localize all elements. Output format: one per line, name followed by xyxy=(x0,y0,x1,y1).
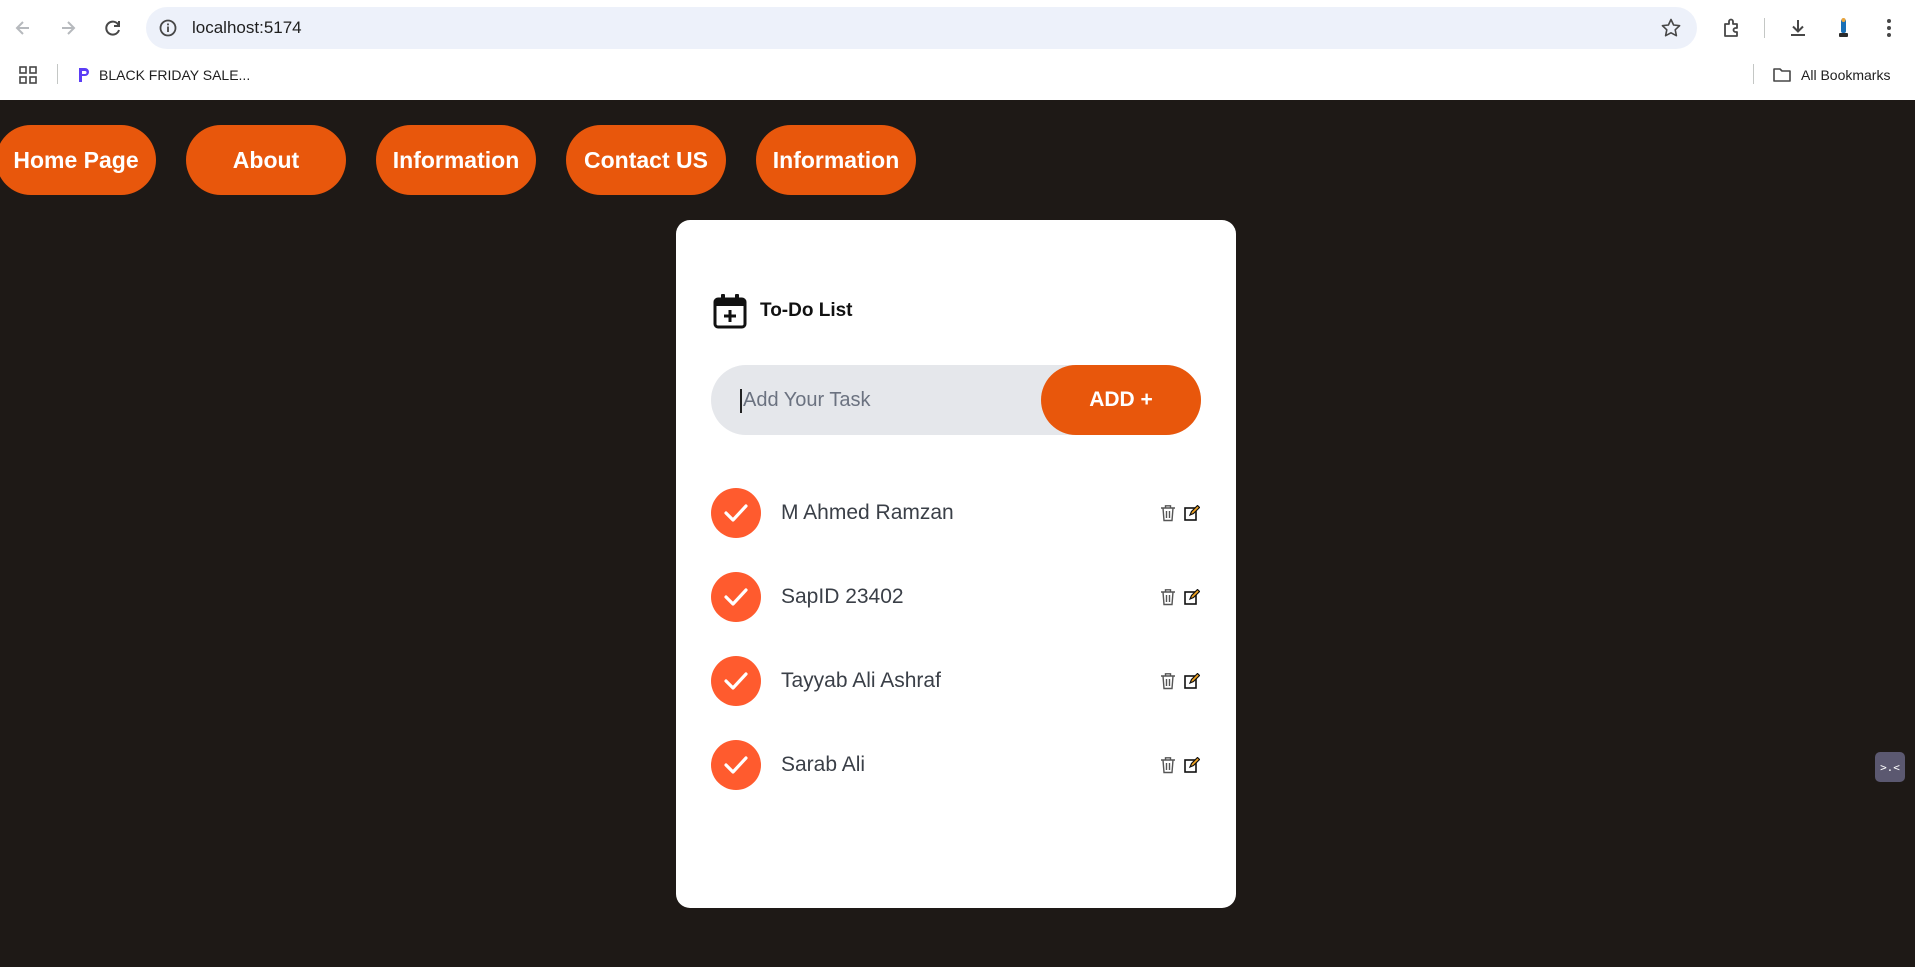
delete-icon[interactable] xyxy=(1159,671,1177,691)
task-text: Tayyab Ali Ashraf xyxy=(781,669,941,692)
reload-button[interactable] xyxy=(97,12,129,44)
task-text: Sarab Ali xyxy=(781,753,866,776)
address-bar[interactable]: localhost:5174 xyxy=(146,7,1697,49)
back-button[interactable] xyxy=(7,12,39,44)
edit-icon[interactable] xyxy=(1183,587,1201,607)
nav-home-page[interactable]: Home Page xyxy=(0,125,156,195)
delete-icon[interactable] xyxy=(1159,755,1177,775)
card-header: To-Do List xyxy=(713,292,853,330)
forward-button[interactable] xyxy=(52,12,84,44)
reload-icon xyxy=(105,20,120,36)
checkmark-icon xyxy=(724,504,748,522)
browser-menu-icon[interactable] xyxy=(1875,14,1903,42)
task-actions xyxy=(1159,671,1201,691)
nav-contact-us[interactable]: Contact US xyxy=(566,125,726,195)
site-info-icon[interactable] xyxy=(156,16,180,40)
task-item: SapID 23402 xyxy=(711,572,1201,622)
browser-chrome: localhost:5174 BLACK FRIDAY SALE... All … xyxy=(0,0,1915,100)
folder-icon xyxy=(1773,68,1791,82)
download-icon[interactable] xyxy=(1784,14,1812,42)
bookmarks-divider xyxy=(1753,64,1754,84)
checkmark-icon xyxy=(724,672,748,690)
task-item: Sarab Ali xyxy=(711,740,1201,790)
todo-card: To-Do List ADD + M Ahmed Ramzan xyxy=(676,220,1236,908)
bookmark-favicon-icon xyxy=(79,68,89,82)
text-caret xyxy=(740,389,742,413)
all-bookmarks-label: All Bookmarks xyxy=(1801,67,1891,83)
edit-icon[interactable] xyxy=(1183,503,1201,523)
back-arrow-icon xyxy=(15,21,29,35)
profile-avatar[interactable] xyxy=(1830,14,1858,42)
calendar-plus-icon xyxy=(713,294,747,329)
task-text: SapID 23402 xyxy=(781,585,904,608)
task-text: M Ahmed Ramzan xyxy=(781,501,954,524)
task-actions xyxy=(1159,503,1201,523)
task-item: Tayyab Ali Ashraf xyxy=(711,656,1201,706)
add-task-form: ADD + xyxy=(711,365,1201,435)
task-check-toggle[interactable] xyxy=(711,740,761,790)
delete-icon[interactable] xyxy=(1159,503,1177,523)
bookmarks-bar: BLACK FRIDAY SALE... All Bookmarks xyxy=(0,56,1915,100)
checkmark-icon xyxy=(724,588,748,606)
edit-icon[interactable] xyxy=(1183,755,1201,775)
nav-about[interactable]: About xyxy=(186,125,346,195)
checkmark-icon xyxy=(724,756,748,774)
task-actions xyxy=(1159,755,1201,775)
task-item: M Ahmed Ramzan xyxy=(711,488,1201,538)
task-check-toggle[interactable] xyxy=(711,572,761,622)
bookmark-item[interactable]: BLACK FRIDAY SALE... xyxy=(76,62,250,88)
all-bookmarks-button[interactable]: All Bookmarks xyxy=(1772,62,1890,88)
apps-grid-icon[interactable] xyxy=(16,63,40,87)
forward-arrow-icon xyxy=(62,21,76,35)
nav-information[interactable]: Information xyxy=(376,125,536,195)
nav-information-2[interactable]: Information xyxy=(756,125,916,195)
task-check-toggle[interactable] xyxy=(711,488,761,538)
extensions-icon[interactable] xyxy=(1718,14,1746,42)
bookmarks-divider xyxy=(57,64,58,84)
card-title: To-Do List xyxy=(760,300,853,321)
bookmark-label: BLACK FRIDAY SALE... xyxy=(99,67,251,83)
edit-icon[interactable] xyxy=(1183,671,1201,691)
browser-toolbar: localhost:5174 xyxy=(0,0,1915,56)
toolbar-divider xyxy=(1764,18,1765,38)
url-text: localhost:5174 xyxy=(192,18,302,37)
task-check-toggle[interactable] xyxy=(711,656,761,706)
task-actions xyxy=(1159,587,1201,607)
task-input[interactable] xyxy=(741,365,1041,435)
bookmark-star-icon[interactable] xyxy=(1659,16,1683,40)
floating-widget-button[interactable]: >.< xyxy=(1875,752,1905,782)
add-task-button[interactable]: ADD + xyxy=(1041,365,1201,435)
delete-icon[interactable] xyxy=(1159,587,1177,607)
